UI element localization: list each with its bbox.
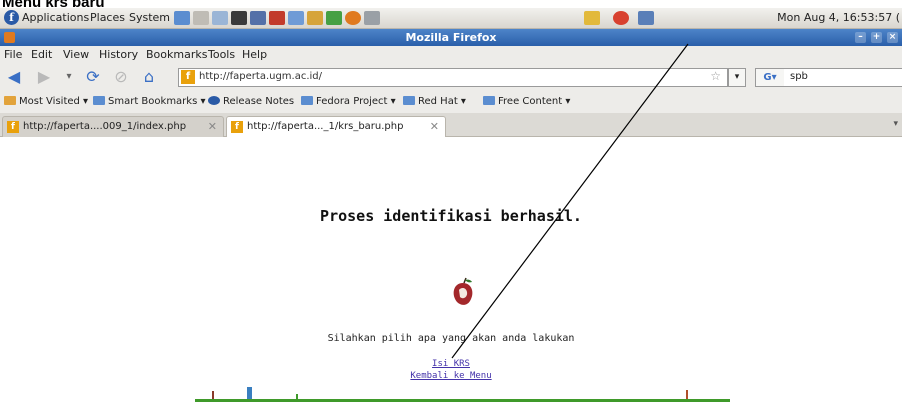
menu-bookmarks[interactable]: Bookmarks (146, 48, 207, 61)
close-window-icon[interactable]: × (887, 32, 898, 43)
terminal-icon[interactable] (231, 11, 247, 25)
places-menu[interactable]: Places (90, 11, 125, 24)
tab-close-icon[interactable]: ✕ (208, 120, 217, 133)
bookmark-most-visited[interactable]: Most Visited ▾ (4, 96, 88, 107)
launcher-icon-6[interactable] (269, 11, 285, 25)
bookmarks-toolbar: Most Visited ▾ Smart Bookmarks ▾ Release… (0, 91, 902, 113)
launcher-icon-11[interactable] (364, 11, 380, 25)
menu-history[interactable]: History (99, 48, 138, 61)
bookmark-fedora-project[interactable]: Fedora Project ▾ (301, 96, 396, 107)
minimize-icon[interactable]: – (855, 32, 866, 43)
stop-icon[interactable]: ⊘ (112, 68, 130, 86)
launcher-icon-8[interactable] (307, 11, 323, 25)
gnome-top-panel: f Applications Places System Mon Aug 4, … (0, 8, 902, 29)
launcher-icon-3[interactable] (212, 11, 228, 25)
bookmark-label: Most Visited (19, 96, 80, 107)
url-text: http://faperta.ugm.ac.id/ (199, 71, 323, 82)
folder-icon (93, 96, 105, 105)
tab-label: http://faperta..._1/krs_baru.php (247, 121, 404, 132)
ugm-logo-icon (453, 277, 473, 305)
system-menu[interactable]: System (129, 11, 170, 24)
window-title: Mozilla Firefox (405, 31, 497, 44)
ground-line (195, 399, 730, 402)
tab-close-icon[interactable]: ✕ (430, 120, 439, 133)
search-text: spb (790, 71, 808, 82)
tab-favicon-icon: f (231, 121, 243, 133)
history-dropdown-icon[interactable]: ▾ (60, 68, 78, 86)
site-favicon-icon: f (181, 70, 195, 84)
tab-list-icon[interactable]: ▾ (893, 119, 898, 129)
tab-favicon-icon: f (7, 121, 19, 133)
bookmark-smart-bookmarks[interactable]: Smart Bookmarks ▾ (93, 96, 206, 107)
update-icon[interactable] (613, 11, 629, 25)
folder-icon (403, 96, 415, 105)
applications-menu[interactable]: Applications (22, 11, 89, 24)
home-icon[interactable]: ⌂ (140, 68, 158, 86)
search-engine-selector[interactable]: G▾ (755, 68, 785, 87)
bookmark-star-icon[interactable]: ☆ (710, 69, 721, 83)
grass-decoration (686, 390, 688, 399)
fedora-icon (208, 96, 220, 105)
launcher-icon-9[interactable] (326, 11, 342, 25)
back-icon[interactable]: ◀ (5, 68, 23, 86)
launcher-icon-7[interactable] (288, 11, 304, 25)
forward-icon[interactable]: ▶ (35, 68, 53, 86)
tab-index[interactable]: f http://faperta....009_1/index.php ✕ (2, 116, 224, 137)
menu-file[interactable]: File (4, 48, 22, 61)
maximize-icon[interactable]: + (871, 32, 882, 43)
bookmark-red-hat[interactable]: Red Hat ▾ (403, 96, 466, 107)
menu-tools[interactable]: Tools (208, 48, 235, 61)
bookmark-label: Smart Bookmarks (108, 96, 198, 107)
bookmark-free-content[interactable]: Free Content ▾ (483, 96, 570, 107)
fedora-logo-icon[interactable]: f (4, 10, 19, 25)
menu-edit[interactable]: Edit (31, 48, 52, 61)
bookmark-label: Free Content (498, 96, 563, 107)
instruction-text: Silahkan pilih apa yang akan anda lakuka… (327, 333, 575, 344)
url-dropdown-icon[interactable]: ▾ (728, 68, 746, 87)
bookmark-release-notes[interactable]: Release Notes (208, 96, 294, 107)
url-input[interactable]: f http://faperta.ugm.ac.id/ ☆ (178, 68, 728, 87)
kembali-menu-link[interactable]: Kembali ke Menu (0, 371, 902, 381)
tab-strip: f http://faperta....009_1/index.php ✕ f ht… (0, 113, 902, 138)
decoration-figure (247, 387, 252, 399)
navigation-toolbar: ◀ ▶ ▾ ⟳ ⊘ ⌂ f http://faperta.ugm.ac.id/ … (0, 63, 902, 92)
page-content: Proses identifikasi berhasil. Silahkan p… (0, 137, 902, 408)
menu-help[interactable]: Help (242, 48, 267, 61)
launcher-icon-1[interactable] (174, 11, 190, 25)
folder-icon (4, 96, 16, 105)
launcher-icon-2[interactable] (193, 11, 209, 25)
firefox-launcher-icon[interactable] (345, 11, 361, 25)
clock[interactable]: Mon Aug 4, 16:53:57 ( (777, 11, 900, 24)
tab-label: http://faperta....009_1/index.php (23, 121, 187, 132)
reload-icon[interactable]: ⟳ (84, 68, 102, 86)
bookmark-label: Red Hat (418, 96, 458, 107)
folder-icon (301, 96, 313, 105)
bookmark-label: Release Notes (223, 96, 295, 107)
search-input[interactable]: spb (784, 68, 902, 87)
bookmark-label: Fedora Project (316, 96, 388, 107)
network-icon[interactable] (638, 11, 654, 25)
success-message: Proses identifikasi berhasil. (320, 207, 582, 225)
window-titlebar[interactable]: Mozilla Firefox – + × (0, 29, 902, 46)
decoration-figure (212, 391, 214, 399)
menu-bar: File Edit View History Bookmarks Tools H… (0, 46, 902, 63)
launcher-icon-5[interactable] (250, 11, 266, 25)
folder-icon (483, 96, 495, 105)
menu-view[interactable]: View (63, 48, 89, 61)
search-engine-label: G (763, 72, 772, 83)
isi-krs-link[interactable]: Isi KRS (0, 359, 902, 369)
tab-krs-baru[interactable]: f http://faperta..._1/krs_baru.php ✕ (226, 116, 446, 138)
notes-icon[interactable] (584, 11, 600, 25)
